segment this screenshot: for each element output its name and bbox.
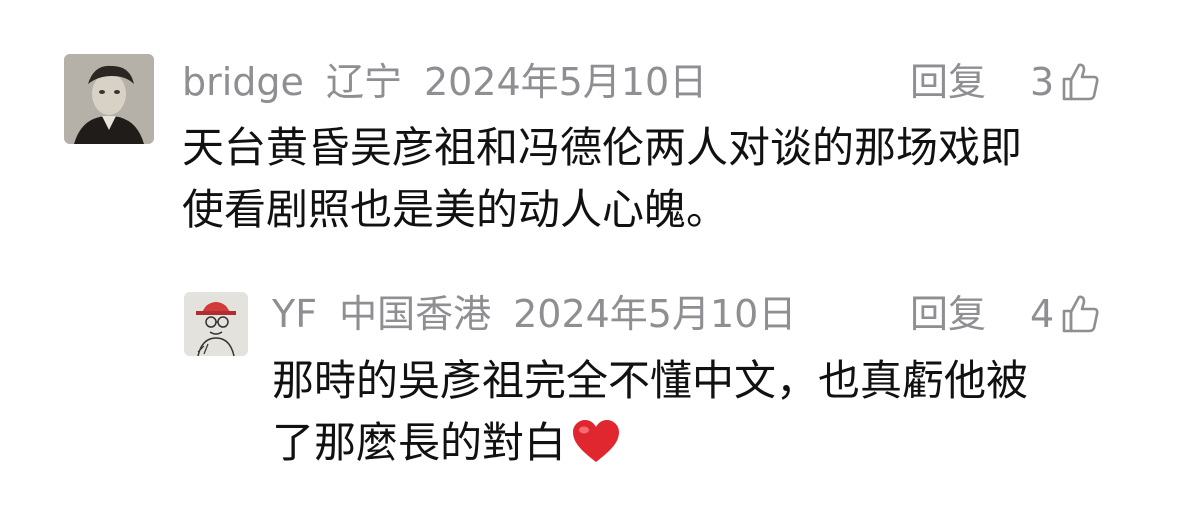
comment-text: 天台黄昏吴彦祖和冯德伦两人对谈的那场戏即 使看剧照也是美的动人心魄。 xyxy=(182,117,1022,241)
like-button[interactable] xyxy=(1060,293,1100,335)
comment-text-line: 使看剧照也是美的动人心魄。 xyxy=(182,185,729,234)
username[interactable]: bridge xyxy=(182,58,304,106)
like-count: 3 xyxy=(1030,60,1055,104)
avatar-yf[interactable] xyxy=(184,292,248,356)
thumbs-up-icon xyxy=(1062,63,1099,101)
comment-text-line-with-heart: 了那麼長的對白 xyxy=(272,412,1028,474)
date: 2024年5月10日 xyxy=(423,60,708,104)
comment-text: 那時的吳彥祖完全不懂中文，也真虧他被 了那麼長的對白 xyxy=(272,350,1028,474)
heart-icon xyxy=(573,420,620,462)
date: 2024年5月10日 xyxy=(513,292,797,336)
comment-text-fragment: 了那麼長的對白 xyxy=(272,418,567,467)
comment-meta: bridge 辽宁 2024年5月10日 xyxy=(182,58,707,106)
avatar-bridge[interactable] xyxy=(64,54,154,144)
comment-text-line: 天台黄昏吴彦祖和冯德伦两人对谈的那场戏即 xyxy=(182,123,1023,172)
location: 中国香港 xyxy=(339,292,492,336)
username[interactable]: YF xyxy=(272,290,317,338)
like-button[interactable] xyxy=(1060,61,1100,103)
like-count: 4 xyxy=(1030,292,1055,336)
comment-meta: YF 中国香港 2024年5月10日 xyxy=(272,290,796,338)
portrait-photo-icon xyxy=(64,54,154,144)
comment-actions: 回复 4 xyxy=(910,290,1100,338)
comment-text-line: 那時的吳彥祖完全不懂中文，也真虧他被 xyxy=(272,356,1029,405)
location: 辽宁 xyxy=(325,60,402,104)
thumbs-up-icon xyxy=(1062,295,1099,333)
reply-button[interactable]: 回复 xyxy=(910,290,986,338)
sketch-avatar-icon xyxy=(184,292,248,356)
reply-button[interactable]: 回复 xyxy=(910,58,986,106)
comment-actions: 回复 3 xyxy=(910,58,1100,106)
